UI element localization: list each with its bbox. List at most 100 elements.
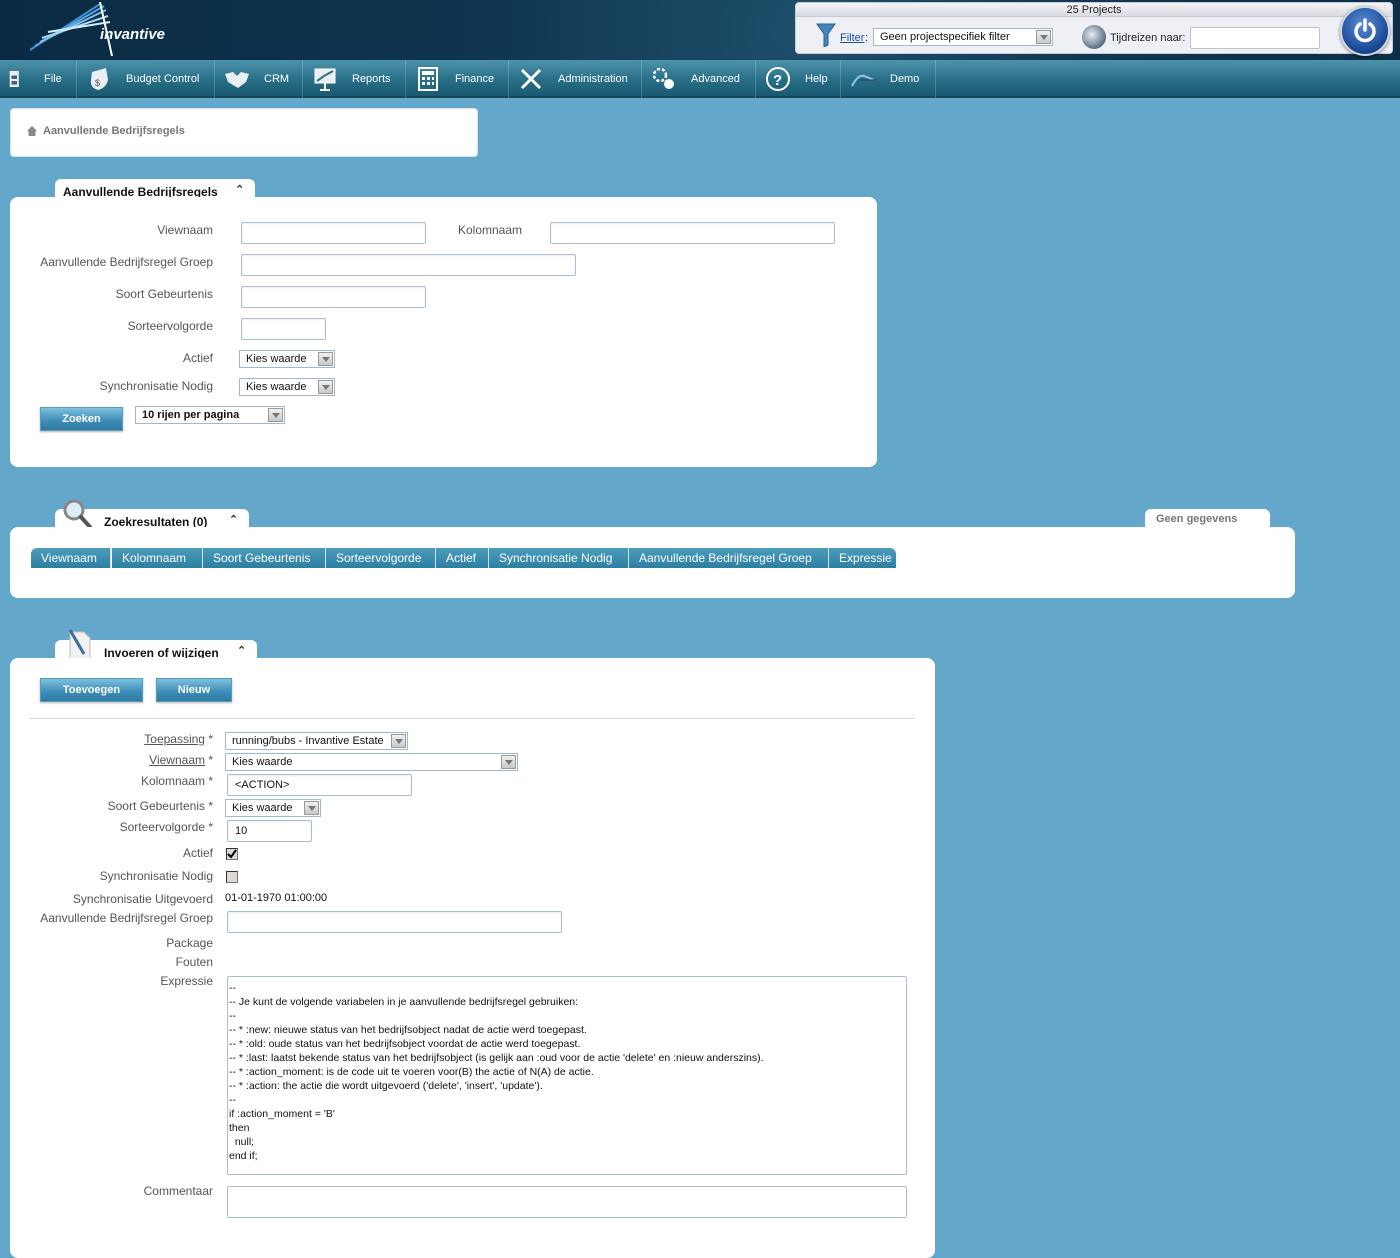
toepassing-label: Toepassing * [50, 732, 213, 746]
column-header-synchronisatie-nodig[interactable]: Synchronisatie Nodig [489, 548, 629, 568]
chevron-down-icon [304, 801, 319, 815]
column-header-kolomnaam[interactable]: Kolomnaam [112, 548, 203, 568]
sync-uitgevoerd-value: 01-01-1970 01:00:00 [225, 892, 328, 904]
search-kolomnaam-label: Kolomnaam [457, 223, 522, 237]
app-header: invantive 25 Projects Filter : Geen proj… [0, 0, 1400, 60]
search-sorteer-label: Sorteervolgorde [127, 319, 213, 333]
sync-nodig-label: Synchronisatie Nodig [99, 869, 213, 883]
nav-administration[interactable]: Administration [510, 60, 642, 98]
nav-file[interactable]: File [0, 60, 77, 98]
home-icon[interactable] [27, 126, 37, 136]
sync-nodig-checkbox[interactable] [226, 871, 238, 883]
search-actief-label: Actief [182, 351, 213, 365]
chevron-down-icon [318, 380, 333, 394]
add-button[interactable]: Toevoegen [40, 678, 143, 702]
toepassing-select[interactable]: running/bubs - Invantive Estate [225, 732, 408, 750]
collapse-icon[interactable]: ⌃ [235, 183, 244, 196]
column-header-expressie[interactable]: Expressie [829, 548, 896, 568]
tools-icon [520, 68, 542, 90]
viewnaam-select[interactable]: Kies waarde [225, 753, 518, 771]
toepassing-value: running/bubs - Invantive Estate [232, 735, 384, 747]
column-header-soort-gebeurtenis[interactable]: Soort Gebeurtenis [203, 548, 326, 568]
viewnaam-label: Viewnaam * [50, 753, 213, 767]
fouten-label: Fouten [175, 955, 213, 969]
filter-colon: : [865, 32, 869, 44]
search-viewnaam-label: Viewnaam [157, 223, 213, 237]
search-kolomnaam-input[interactable] [550, 222, 835, 244]
nav-budget-control[interactable]: $ Budget Control [78, 60, 215, 98]
commentaar-textarea[interactable] [227, 1186, 907, 1218]
toepassing-link[interactable]: Toepassing [144, 732, 205, 746]
sync-uitgevoerd-label: Synchronisatie Uitgevoerd [72, 892, 213, 906]
file-cabinet-icon [9, 71, 19, 87]
project-filter-select[interactable]: Geen projectspecifiek filter [873, 28, 1053, 46]
search-sync-value: Kies waarde [246, 381, 307, 393]
search-actief-select[interactable]: Kies waarde [239, 350, 335, 368]
nav-advanced[interactable]: Advanced [643, 60, 756, 98]
search-sync-label: Synchronisatie Nodig [99, 379, 213, 393]
groep-input[interactable] [227, 911, 562, 933]
nav-help[interactable]: ? Help [757, 60, 841, 98]
timetravel-label: Tijdreizen naar: [1110, 32, 1186, 44]
breadcrumb-current: Aanvullende Bedrijfsregels [43, 125, 185, 137]
logout-button[interactable] [1340, 6, 1390, 56]
logo-text: invantive [100, 26, 166, 43]
nav-crm[interactable]: CRM [216, 60, 303, 98]
project-filter-box: 25 Projects Filter : Geen projectspecifi… [795, 2, 1393, 54]
invantive-logo[interactable]: invantive [29, 1, 165, 57]
nav-label: Demo [890, 73, 920, 85]
expressie-label: Expressie [160, 974, 213, 988]
search-groep-input[interactable] [241, 254, 576, 276]
search-sorteer-input[interactable] [241, 318, 326, 340]
nav-label: Administration [558, 73, 628, 85]
actief-checkbox[interactable] [226, 848, 238, 860]
nav-label: File [44, 73, 62, 85]
search-viewnaam-input[interactable] [241, 222, 426, 244]
no-data-label: Geen gegevens [1156, 513, 1238, 525]
nav-label: Advanced [691, 73, 740, 85]
search-soort-input[interactable] [241, 286, 426, 308]
collapse-icon[interactable]: ⌃ [237, 644, 246, 657]
groep-label: Aanvullende Bedrijfsregel Groep [40, 911, 213, 925]
viewnaam-link[interactable]: Viewnaam [149, 753, 205, 767]
checkmark-icon [227, 849, 237, 859]
required-marker: * [208, 753, 213, 767]
chevron-down-icon [268, 408, 283, 422]
presentation-chart-icon [314, 68, 336, 91]
chevron-down-icon [318, 352, 333, 366]
demo-icon [851, 74, 876, 87]
column-header-viewnaam[interactable]: Viewnaam [31, 548, 111, 568]
expressie-textarea[interactable]: -- -- Je kunt de volgende variabelen in … [227, 976, 907, 1175]
chevron-down-icon [1036, 30, 1051, 44]
viewnaam-value: Kies waarde [232, 756, 293, 768]
magnifier-icon [63, 499, 92, 529]
nav-finance[interactable]: Finance [407, 60, 509, 98]
nav-reports[interactable]: Reports [304, 60, 406, 98]
handshake-icon [225, 72, 249, 88]
power-icon [1354, 18, 1376, 43]
column-header-groep[interactable]: Aanvullende Bedrijfsregel Groep [629, 548, 829, 568]
column-header-sorteervolgorde[interactable]: Sorteervolgorde [326, 548, 436, 568]
nav-demo[interactable]: Demo [842, 60, 936, 98]
search-sync-select[interactable]: Kies waarde [239, 378, 335, 396]
money-bag-icon: $ [90, 68, 108, 90]
search-actief-value: Kies waarde [246, 353, 307, 365]
timetravel-input[interactable] [1190, 27, 1320, 49]
package-label: Package [166, 936, 213, 950]
filter-link[interactable]: Filter [840, 32, 864, 44]
sorteer-input[interactable] [227, 820, 312, 842]
rows-per-page-select[interactable]: 10 rijen per pagina [135, 406, 285, 424]
projects-count: 25 Projects [796, 3, 1392, 17]
soort-select[interactable]: Kies waarde [225, 799, 321, 817]
calculator-icon [418, 67, 438, 91]
new-button[interactable]: Nieuw [156, 678, 232, 702]
kolomnaam-input[interactable] [227, 774, 412, 796]
breadcrumb: Aanvullende Bedrijfsregels [10, 108, 478, 157]
required-marker: * [208, 732, 213, 746]
timetravel-globe-icon [1082, 25, 1106, 49]
collapse-icon[interactable]: ⌃ [229, 513, 238, 526]
search-button[interactable]: Zoeken [40, 407, 123, 431]
document-pen-icon [68, 629, 91, 661]
column-header-actief[interactable]: Actief [436, 548, 489, 568]
actief-label: Actief [182, 846, 213, 860]
